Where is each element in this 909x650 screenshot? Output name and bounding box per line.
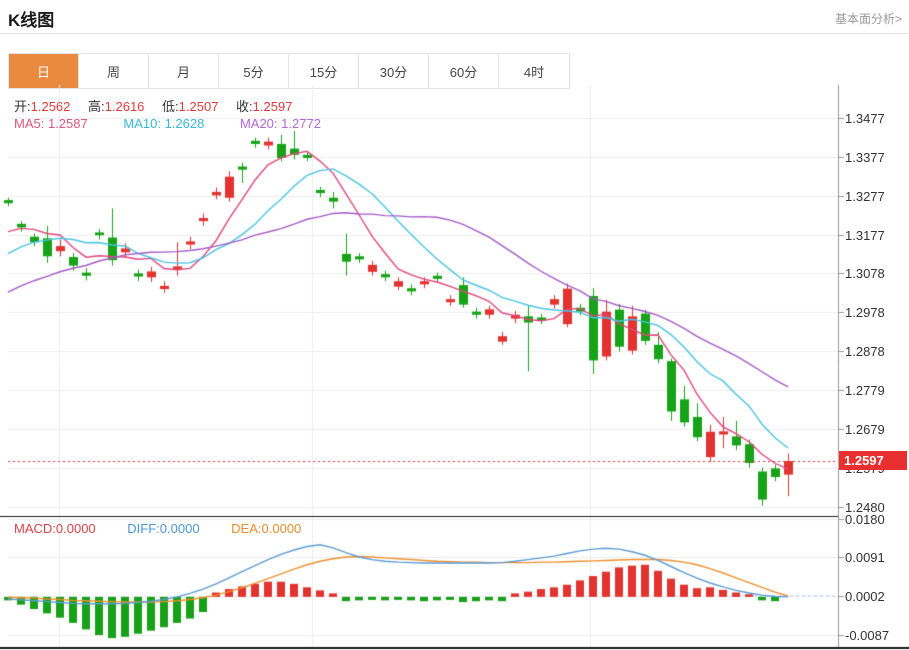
price-tick: 1.3477 [845, 111, 885, 126]
price-tick: 1.2679 [845, 422, 885, 437]
kline-widget: K线图 基本面分析> 日周月5分15分30分60分4时 开:1.2562 高:1… [0, 0, 909, 650]
dea-value: 0.0000 [262, 521, 302, 536]
dea-label: DEA: [231, 521, 261, 536]
close-label: 收: [236, 99, 253, 114]
current-price-badge: 1.2597 [839, 451, 907, 470]
macd-tick: 0.0002 [845, 589, 885, 604]
macd-value: 0.0000 [56, 521, 96, 536]
high-value: 1.2616 [105, 99, 145, 114]
open-value: 1.2562 [31, 99, 71, 114]
close-value: 1.2597 [253, 99, 293, 114]
price-tick: 1.3078 [845, 266, 885, 281]
price-tick: 1.3277 [845, 189, 885, 204]
ma10-value: 1.2628 [165, 116, 205, 131]
ma5-value: 1.2587 [48, 116, 88, 131]
price-tick: 1.2779 [845, 383, 885, 398]
macd-tick: 0.0180 [845, 512, 885, 527]
ma20-value: 1.2772 [281, 116, 321, 131]
low-value: 1.2507 [179, 99, 219, 114]
diff-label: DIFF: [127, 521, 160, 536]
price-tick: 1.3177 [845, 228, 885, 243]
ma20-label: MA20: [240, 116, 278, 131]
open-label: 开: [14, 99, 31, 114]
price-tick: 1.2878 [845, 344, 885, 359]
price-tick: 1.2978 [845, 305, 885, 320]
ohlc-info-bar: 开:1.2562 高:1.2616 低:1.2507 收:1.2597 [14, 96, 306, 115]
ma10-label: MA10: [123, 116, 161, 131]
macd-label: MACD: [14, 521, 56, 536]
ma-info-bar: MA5: 1.2587 MA10: 1.2628 MA20: 1.2772 [14, 116, 353, 131]
diff-value: 0.0000 [160, 521, 200, 536]
ma5-label: MA5: [14, 116, 44, 131]
macd-info-bar: MACD:0.0000 DIFF:0.0000 DEA:0.0000 [14, 521, 329, 536]
high-label: 高: [88, 99, 105, 114]
low-label: 低: [162, 99, 179, 114]
price-tick: 1.3377 [845, 150, 885, 165]
macd-tick: -0.0087 [845, 628, 889, 643]
macd-tick: 0.0091 [845, 550, 885, 565]
